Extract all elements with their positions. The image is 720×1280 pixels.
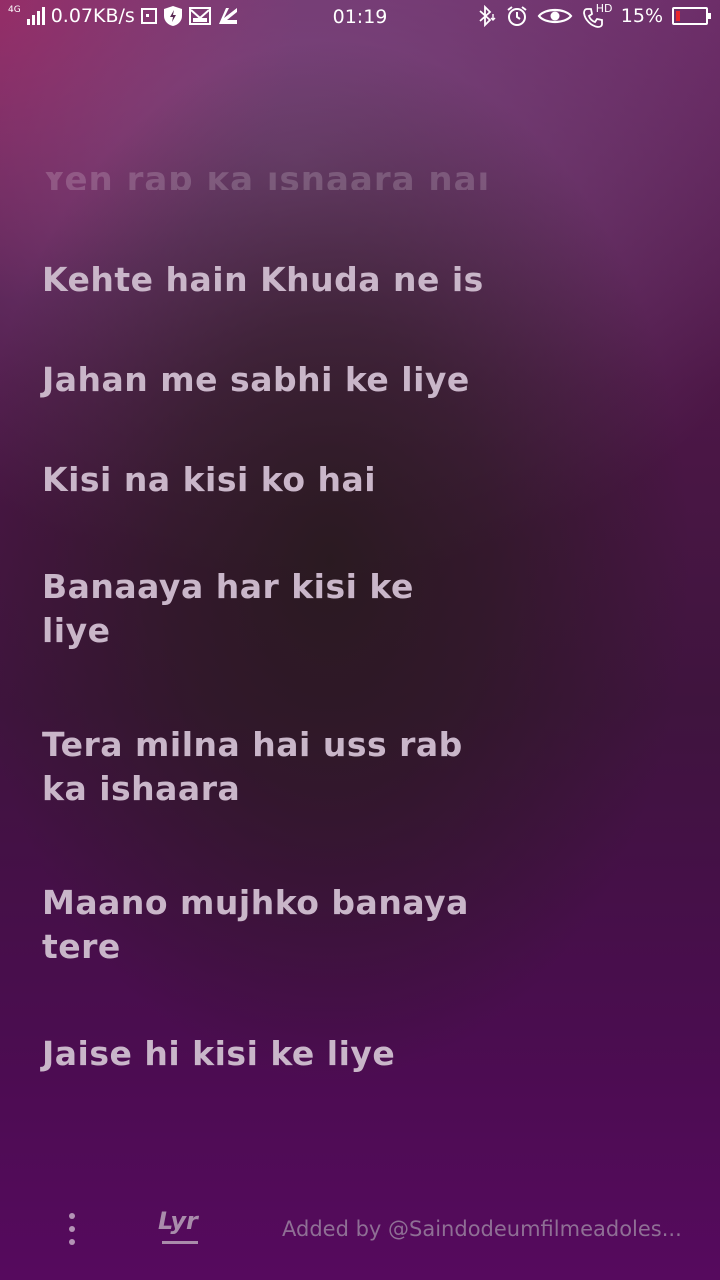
added-by-credit[interactable]: Added by @Saindodeumfilmeadoles... xyxy=(282,1217,682,1241)
lyric-line-previous: Yeh rab ka ishaara hai xyxy=(42,160,491,190)
lyr-logo[interactable]: Lyr xyxy=(158,1207,206,1251)
lyric-line: Banaaya har kisi ke liye xyxy=(42,567,414,650)
more-dot xyxy=(69,1239,75,1245)
lyr-logo-underline xyxy=(162,1241,198,1244)
more-dot xyxy=(69,1226,75,1232)
lyric-line: Jaise hi kisi ke liye xyxy=(42,1034,396,1073)
lyric-line: Kisi na kisi ko hai xyxy=(42,460,377,499)
lyric-line: Maano mujhko banaya tere xyxy=(42,883,469,966)
lyrics-view[interactable]: Yeh rab ka ishaara hai Kehte hain Khuda … xyxy=(0,0,720,1280)
lyr-logo-text: Lyr xyxy=(158,1207,198,1235)
more-options-button[interactable] xyxy=(55,1209,89,1249)
lyric-line: Tera milna hai uss rab ka ishaara xyxy=(42,725,463,808)
lyric-line: Kehte hain Khuda ne is xyxy=(42,260,484,299)
bottom-bar: Lyr Added by @Saindodeumfilmeadoles... xyxy=(0,1195,720,1265)
more-dot xyxy=(69,1213,75,1219)
lyric-line: Jahan me sabhi ke liye xyxy=(42,360,470,399)
